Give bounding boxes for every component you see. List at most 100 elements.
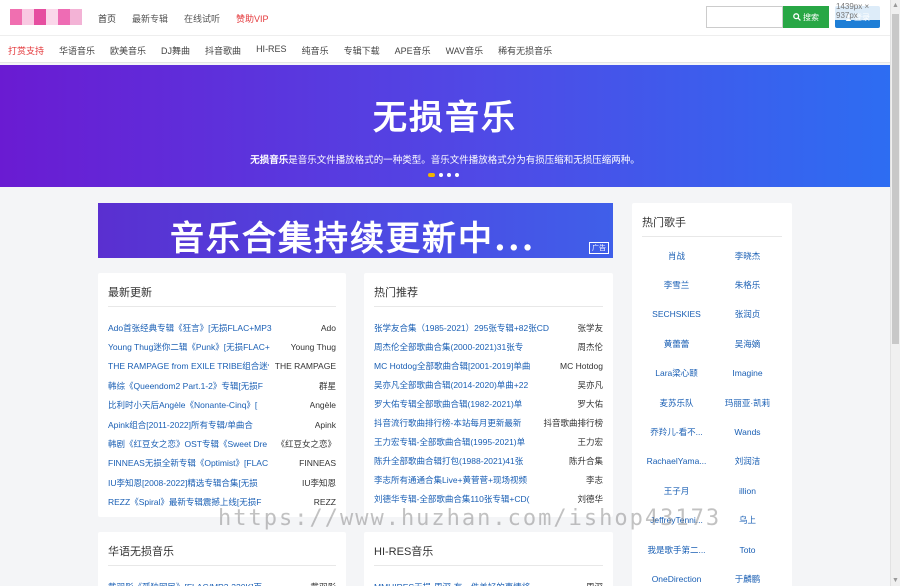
song-row[interactable]: MC Hotdog全部歌曲合辑[2001-2019]单曲 MC Hotdog [374,356,603,375]
song-title-link[interactable]: THE RAMPAGE from EXILE TRIBE组合迷你 [108,360,269,372]
song-row[interactable]: 比利时小天后Angèle《Nonante-Cinq》[ Angèle [108,396,336,415]
hot-recommend-list: 张学友合集（1985-2021）295张专辑+82张CD 张学友 周杰伦全部歌曲合集… [374,318,603,508]
song-title-link[interactable]: 韩剧《红豆女之恋》OST专辑《Sweet Dre [108,438,270,450]
song-title-link[interactable]: 罗大佑专辑全部歌曲合辑(1982-2021)单 [374,398,571,410]
ad-tag: 广告 [589,242,609,254]
song-row[interactable]: 韩综《Queendom2 Part.1-2》专辑[无损F 群星 [108,376,336,395]
carousel-dot[interactable] [439,173,443,177]
song-row[interactable]: THE RAMPAGE from EXILE TRIBE组合迷你 THE RAMP… [108,357,336,376]
song-title-link[interactable]: Young Thug迷你二辑《Punk》[无损FLAC+ [108,341,285,353]
category-item[interactable]: WAV音乐 [446,44,484,57]
song-row[interactable]: 王力宏专辑-全部歌曲合辑(1995-2021)单 王力宏 [374,432,603,451]
song-row[interactable]: 戴羽彤《孤独网民》[FLAC/MP3-320K]百 戴羽彤 [108,577,336,586]
search-button[interactable]: 搜索 [783,6,829,28]
song-artist: 《红豆女之恋》 [276,439,336,450]
singer-link[interactable]: 王子月 [641,476,712,505]
song-title-link[interactable]: 吴亦凡全部歌曲合辑(2014-2020)单曲+22 [374,379,571,391]
divider [374,306,603,307]
singer-link[interactable]: 吴海嫡 [712,329,783,358]
singer-link[interactable]: 刘润洁 [712,447,783,476]
song-row[interactable]: 陈升全部歌曲合辑打包(1988-2021)41张 陈升合集 [374,451,603,470]
song-title-link[interactable]: 周杰伦全部歌曲合集(2000-2021)31张专 [374,341,571,353]
song-title-link[interactable]: 戴羽彤《孤独网民》[FLAC/MP3-320K]百 [108,581,304,586]
song-row[interactable]: Apink组合[2011-2022]所有专辑/单曲合 Apink [108,415,336,434]
singer-link[interactable]: SECHSKIES [641,300,712,329]
song-title-link[interactable]: 刘德华专辑-全部歌曲合集110张专辑+CD( [374,493,571,505]
singer-link[interactable]: 麦苏乐队 [641,388,712,417]
singer-link[interactable]: illion [712,476,783,505]
song-title-link[interactable]: 李志所有通通合集Live+黄菅菅+现场视频 [374,474,580,486]
scroll-up-icon[interactable]: ▲ [892,2,899,9]
song-row[interactable]: Ado首张经典专辑《狂言》[无损FLAC+MP3 Ado [108,318,336,337]
singer-link[interactable]: Toto [712,535,783,564]
ad-banner[interactable]: 音乐合集持续更新中... 广告 [98,203,613,258]
song-title-link[interactable]: 韩综《Queendom2 Part.1-2》专辑[无损F [108,380,313,392]
nav-online-listen[interactable]: 在线试听 [184,12,220,25]
nav-latest-albums[interactable]: 最新专辑 [132,12,168,25]
category-item[interactable]: 欧美音乐 [110,44,146,57]
singer-link[interactable]: 乌上 [712,506,783,535]
singer-link[interactable]: 黄蕾蕾 [641,329,712,358]
nav-sponsor-vip[interactable]: 赞助VIP [236,12,269,25]
song-row[interactable]: 李志所有通通合集Live+黄菅菅+现场视频 李志 [374,470,603,489]
carousel-dot[interactable] [447,173,451,177]
singer-link[interactable]: 乔羚儿-看不... [641,417,712,446]
song-title-link[interactable]: 抖音流行歌曲排行榜-本站每月更新最新 [374,417,537,429]
singer-link[interactable]: OneDirection [641,564,712,586]
singer-link[interactable]: 于麟鹏 [712,564,783,586]
category-item[interactable]: 纯音乐 [302,44,329,57]
page-scrollbar[interactable]: ▲ ▼ [890,0,900,586]
singer-link[interactable]: 朱格乐 [712,270,783,299]
song-title-link[interactable]: 王力宏专辑-全部歌曲合辑(1995-2021)单 [374,436,571,448]
nav-home[interactable]: 首页 [98,12,116,25]
song-row[interactable]: 张学友合集（1985-2021）295张专辑+82张CD 张学友 [374,318,603,337]
singer-link[interactable]: 玛丽亚·凯莉 [712,388,783,417]
site-logo[interactable] [10,9,82,25]
hero-description-bold: 无损音乐 [250,155,289,166]
song-title-link[interactable]: MMHIRES无损-周深-有一件美好的事情将 [374,581,580,586]
singer-link[interactable]: 我是歌手第二... [641,535,712,564]
chinese-lossless-title: 华语无损音乐 [108,546,174,558]
category-item[interactable]: 专辑下载 [344,44,380,57]
song-row[interactable]: 周杰伦全部歌曲合集(2000-2021)31张专 周杰伦 [374,337,603,356]
song-title-link[interactable]: Ado首张经典专辑《狂言》[无损FLAC+MP3 [108,322,315,334]
singer-link[interactable]: 李晓杰 [712,241,783,270]
singer-link[interactable]: 肖战 [641,241,712,270]
scrollbar-thumb[interactable] [892,14,899,344]
singer-link[interactable]: Wands [712,417,783,446]
song-row[interactable]: 吴亦凡全部歌曲合辑(2014-2020)单曲+22 吴亦凡 [374,375,603,394]
song-row[interactable]: 抖音流行歌曲排行榜-本站每月更新最新 抖音歌曲排行榜 [374,413,603,432]
singer-link[interactable]: Lara梁心颐 [641,359,712,388]
singer-link[interactable]: 张润贞 [712,300,783,329]
song-row[interactable]: FINNEAS无损全新专辑《Optimist》[FLAC FINNEAS [108,454,336,473]
song-title-link[interactable]: 比利时小天后Angèle《Nonante-Cinq》[ [108,399,304,411]
song-row[interactable]: Young Thug迷你二辑《Punk》[无损FLAC+ Young Thug [108,337,336,356]
song-row[interactable]: IU李知恩[2008-2022]精选专辑合集[无损 IU李知恩 [108,473,336,492]
search-input[interactable] [706,6,783,28]
song-title-link[interactable]: 陈升全部歌曲合辑打包(1988-2021)41张 [374,455,563,467]
category-item[interactable]: 稀有无损音乐 [498,44,552,57]
category-item[interactable]: APE音乐 [395,44,431,57]
song-artist: 张学友 [577,322,603,333]
song-title-link[interactable]: IU李知恩[2008-2022]精选专辑合集[无损 [108,477,296,489]
song-row[interactable]: 罗大佑专辑全部歌曲合辑(1982-2021)单 罗大佑 [374,394,603,413]
category-item[interactable]: HI-RES [256,44,287,57]
singer-link[interactable]: Imagine [712,359,783,388]
song-artist: Angèle [309,400,336,411]
song-title-link[interactable]: MC Hotdog全部歌曲合辑[2001-2019]单曲 [374,360,554,372]
category-item[interactable]: DJ舞曲 [161,44,190,57]
scroll-down-icon[interactable]: ▼ [892,577,899,584]
category-item[interactable]: 华语音乐 [59,44,95,57]
singer-link[interactable]: 李雪兰 [641,270,712,299]
song-row[interactable]: MMHIRES无损-周深-有一件美好的事情将 周深 [374,577,603,586]
category-item[interactable]: 抖音歌曲 [205,44,241,57]
song-title-link[interactable]: FINNEAS无损全新专辑《Optimist》[FLAC [108,457,293,469]
song-title-link[interactable]: 张学友合集（1985-2021）295张专辑+82张CD [374,322,571,334]
carousel-dot[interactable] [428,173,435,177]
song-row[interactable]: 韩剧《红豆女之恋》OST专辑《Sweet Dre 《红豆女之恋》 [108,434,336,453]
song-title-link[interactable]: Apink组合[2011-2022]所有专辑/单曲合 [108,419,309,431]
category-tip-support[interactable]: 打赏支持 [8,44,44,57]
song-artist: 刘德华 [577,493,603,504]
singer-link[interactable]: RachaelYama... [641,447,712,476]
carousel-dot[interactable] [455,173,459,177]
